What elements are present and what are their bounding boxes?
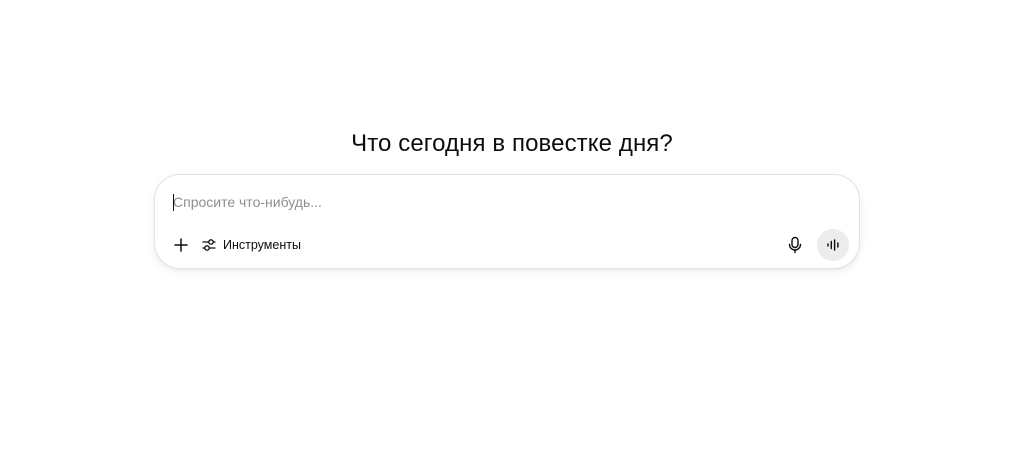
add-attachment-button[interactable] <box>167 231 195 259</box>
composer-toolbar: Инструменты <box>167 229 849 261</box>
tools-button[interactable]: Инструменты <box>197 231 307 259</box>
sliders-icon <box>202 239 216 251</box>
page: Что сегодня в повестке дня? Инструменты <box>0 0 1024 449</box>
text-caret <box>173 194 174 211</box>
plus-icon <box>174 238 188 252</box>
chat-composer: Инструменты <box>154 174 860 269</box>
voice-mode-button[interactable] <box>817 229 849 261</box>
dictate-button[interactable] <box>781 231 809 259</box>
prompt-input[interactable] <box>173 192 833 212</box>
microphone-icon <box>788 236 802 254</box>
page-title: Что сегодня в повестке дня? <box>351 130 673 158</box>
voice-waveform-icon <box>827 239 839 251</box>
tools-label: Инструменты <box>223 238 301 252</box>
